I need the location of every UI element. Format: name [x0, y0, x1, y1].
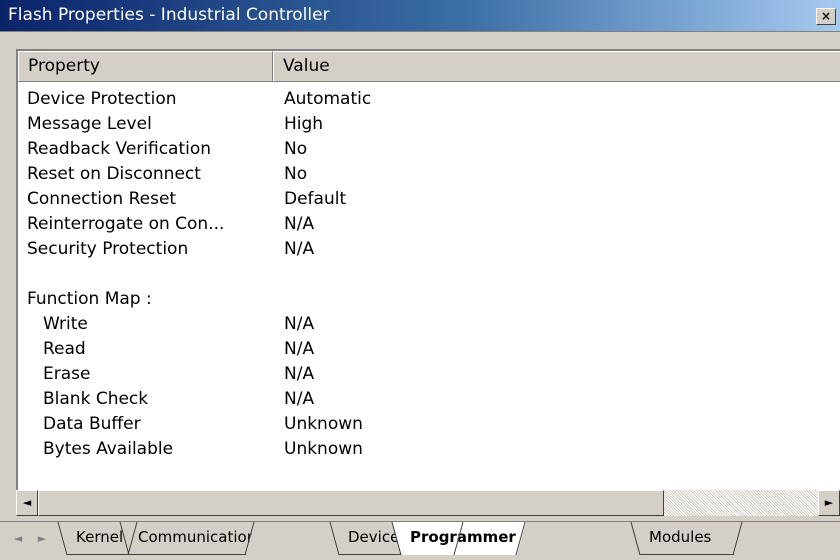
- list-item[interactable]: Device Protection Automatic: [18, 87, 840, 112]
- arrow-right-icon: ►: [37, 532, 47, 545]
- property-value: N/A: [284, 239, 315, 259]
- list-item[interactable]: Erase N/A: [18, 362, 840, 387]
- list-item[interactable]: Security Protection N/A: [18, 237, 840, 262]
- list-item[interactable]: Message Level High: [18, 112, 840, 137]
- window-title: Flash Properties - Industrial Controller: [8, 5, 330, 25]
- tab-modules[interactable]: Modules: [631, 522, 743, 555]
- title-bar[interactable]: Flash Properties - Industrial Controller…: [0, 0, 840, 32]
- scroll-thumb[interactable]: [38, 490, 664, 516]
- list-item[interactable]: Blank Check N/A: [18, 387, 840, 412]
- close-button[interactable]: ×: [816, 8, 836, 25]
- tab-scroll-left-button[interactable]: ◄: [8, 529, 28, 549]
- tab-programmer[interactable]: Programmer: [392, 522, 526, 555]
- property-value: Unknown: [284, 414, 363, 434]
- property-value: N/A: [284, 389, 315, 409]
- tab-label: Communications: [138, 528, 265, 546]
- tab-label: Modules: [649, 528, 712, 546]
- property-name: Security Protection: [27, 239, 189, 259]
- property-name: Reset on Disconnect: [27, 164, 201, 184]
- property-value: Automatic: [284, 89, 372, 109]
- tab-label: Device: [348, 528, 400, 546]
- property-name: Write: [43, 314, 88, 334]
- tab-scroll-right-button[interactable]: ►: [32, 529, 52, 549]
- arrow-left-icon: ◄: [22, 496, 32, 509]
- list-item[interactable]: Data Buffer Unknown: [18, 412, 840, 437]
- property-name: Message Level: [27, 114, 152, 134]
- property-value: N/A: [284, 364, 315, 384]
- list-item-blank: [18, 262, 840, 287]
- property-value: N/A: [284, 314, 315, 334]
- list-item[interactable]: Readback Verification No: [18, 137, 840, 162]
- property-name: Readback Verification: [27, 139, 212, 159]
- property-name: Connection Reset: [27, 189, 177, 209]
- property-name: Bytes Available: [43, 439, 174, 459]
- column-header-property[interactable]: Property: [18, 51, 273, 82]
- property-name: Reinterrogate on Con...: [27, 214, 225, 234]
- arrow-left-icon: ◄: [13, 532, 23, 545]
- list-item[interactable]: Reset on Disconnect No: [18, 162, 840, 187]
- tab-label: Programmer: [410, 528, 516, 546]
- property-name: Device Protection: [27, 89, 177, 109]
- property-name: Read: [43, 339, 86, 359]
- arrow-right-icon: ►: [824, 496, 834, 509]
- list-item[interactable]: Read N/A: [18, 337, 840, 362]
- flash-properties-window: Flash Properties - Industrial Controller…: [0, 0, 840, 560]
- property-value: N/A: [284, 214, 315, 234]
- close-icon: ×: [820, 9, 832, 23]
- property-value: High: [284, 114, 324, 134]
- horizontal-scrollbar[interactable]: ◄ ►: [16, 490, 840, 516]
- scroll-right-button[interactable]: ►: [818, 490, 840, 516]
- list-section-header[interactable]: Function Map :: [18, 287, 840, 312]
- list-item[interactable]: Bytes Available Unknown: [18, 437, 840, 462]
- sheet-tab-bar: ◄ ► Kernel Communications Device Modules…: [0, 521, 840, 560]
- list-item[interactable]: Write N/A: [18, 312, 840, 337]
- list-item[interactable]: Reinterrogate on Con... N/A: [18, 212, 840, 237]
- property-name: Function Map :: [27, 289, 152, 309]
- property-name: Data Buffer: [43, 414, 141, 434]
- property-list: Property Value Device Protection Automat…: [16, 49, 840, 490]
- property-value: Unknown: [284, 439, 363, 459]
- property-name: Blank Check: [43, 389, 149, 409]
- list-item[interactable]: Connection Reset Default: [18, 187, 840, 212]
- tab-communications[interactable]: Communications: [120, 522, 255, 555]
- column-header-value[interactable]: Value: [273, 51, 840, 82]
- property-value: No: [284, 164, 308, 184]
- property-value: No: [284, 139, 308, 159]
- property-name: Erase: [43, 364, 91, 384]
- property-value: Default: [284, 189, 347, 209]
- scroll-left-button[interactable]: ◄: [16, 490, 38, 516]
- column-header-row: Property Value: [18, 51, 840, 82]
- property-rows: Device Protection Automatic Message Leve…: [18, 87, 840, 462]
- property-value: N/A: [284, 339, 315, 359]
- tab-label: Kernel: [76, 528, 124, 546]
